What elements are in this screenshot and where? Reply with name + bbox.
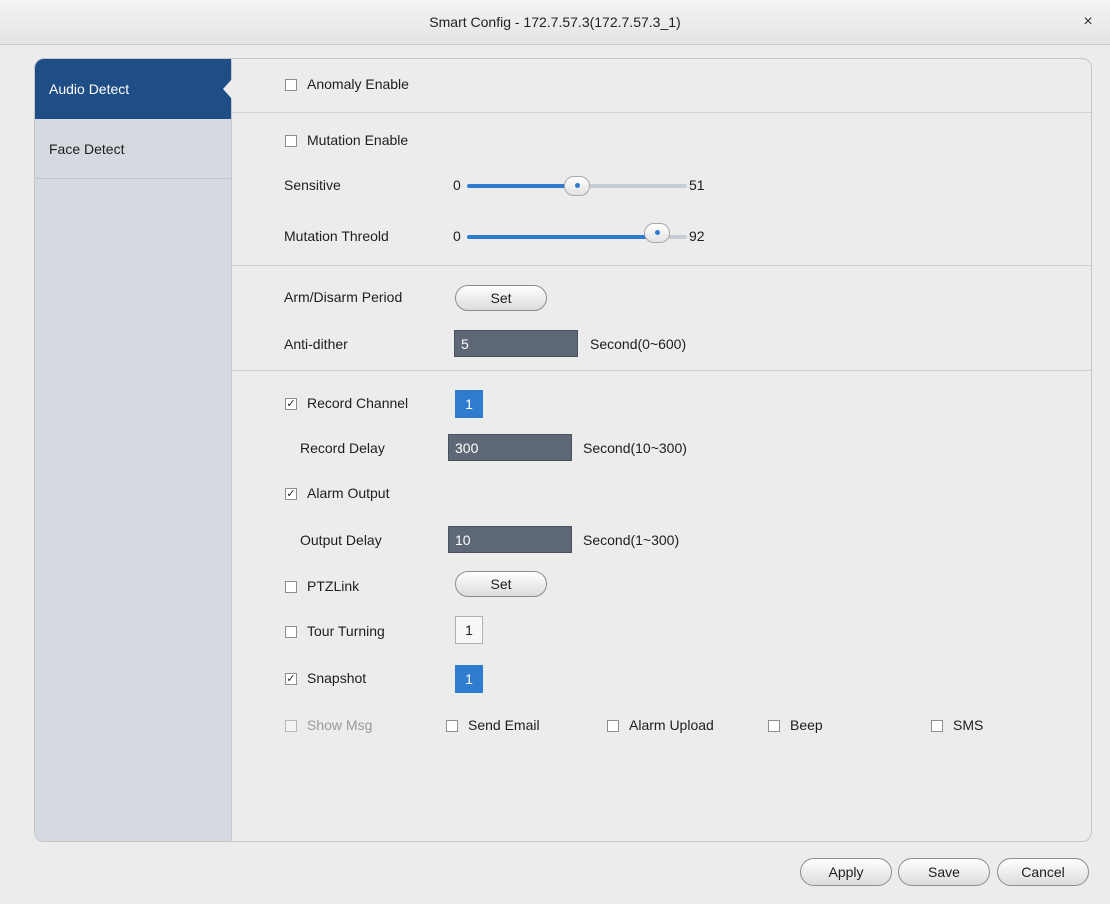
record-channel-selector[interactable]: 1 bbox=[455, 390, 483, 418]
threshold-slider-fill bbox=[467, 235, 657, 239]
mutation-threshold-label: Mutation Threold bbox=[284, 228, 389, 244]
close-icon[interactable]: × bbox=[1078, 12, 1098, 32]
sidebar-item-face-detect[interactable]: Face Detect bbox=[35, 119, 231, 179]
sensitive-label: Sensitive bbox=[284, 177, 341, 193]
output-delay-label: Output Delay bbox=[300, 532, 382, 548]
anti-dither-unit: Second(0~600) bbox=[590, 336, 687, 352]
tour-turning-selector[interactable]: 1 bbox=[455, 616, 483, 644]
tour-turning-label: Tour Turning bbox=[307, 623, 385, 639]
snapshot-selector[interactable]: 1 bbox=[455, 665, 483, 693]
sensitive-max: 51 bbox=[689, 177, 705, 193]
sidebar: Audio Detect Face Detect bbox=[35, 59, 232, 841]
sidebar-item-audio-detect[interactable]: Audio Detect bbox=[35, 59, 231, 119]
mutation-enable-checkbox[interactable] bbox=[285, 135, 297, 147]
threshold-max: 92 bbox=[689, 228, 705, 244]
tour-turning-checkbox[interactable] bbox=[285, 626, 297, 638]
alarm-output-label: Alarm Output bbox=[307, 485, 390, 501]
beep-checkbox[interactable] bbox=[768, 720, 780, 732]
sidebar-item-label: Face Detect bbox=[49, 141, 125, 157]
sensitive-min: 0 bbox=[453, 177, 461, 193]
slider-dot-icon bbox=[655, 230, 660, 235]
record-delay-input[interactable]: 300 bbox=[448, 434, 572, 461]
snapshot-checkbox[interactable]: ✓ bbox=[285, 673, 297, 685]
sms-label: SMS bbox=[953, 717, 984, 733]
alarm-upload-checkbox[interactable] bbox=[607, 720, 619, 732]
config-panel: Audio Detect Face Detect Anomaly Enable … bbox=[34, 58, 1092, 842]
apply-button[interactable]: Apply bbox=[800, 858, 892, 886]
window-title: Smart Config - 172.7.57.3(172.7.57.3_1) bbox=[429, 14, 681, 30]
record-channel-checkbox[interactable]: ✓ bbox=[285, 398, 297, 410]
anomaly-enable-label: Anomaly Enable bbox=[307, 76, 409, 92]
record-channel-label: Record Channel bbox=[307, 395, 409, 411]
sidebar-item-label: Audio Detect bbox=[49, 81, 130, 97]
output-delay-unit: Second(1~300) bbox=[583, 532, 680, 548]
mutation-enable-label: Mutation Enable bbox=[307, 132, 409, 148]
show-msg-label: Show Msg bbox=[307, 717, 373, 733]
threshold-min: 0 bbox=[453, 228, 461, 244]
arm-disarm-set-button[interactable]: Set bbox=[455, 285, 547, 311]
snapshot-label: Snapshot bbox=[307, 670, 367, 686]
save-button[interactable]: Save bbox=[898, 858, 990, 886]
sms-checkbox[interactable] bbox=[931, 720, 943, 732]
section-divider bbox=[232, 112, 1091, 113]
ptz-link-checkbox[interactable] bbox=[285, 581, 297, 593]
section-divider bbox=[232, 370, 1091, 371]
threshold-slider-handle[interactable] bbox=[644, 223, 670, 243]
cancel-button[interactable]: Cancel bbox=[997, 858, 1089, 886]
alarm-output-checkbox[interactable]: ✓ bbox=[285, 488, 297, 500]
beep-label: Beep bbox=[790, 717, 823, 733]
anti-dither-label: Anti-dither bbox=[284, 336, 348, 352]
output-delay-input[interactable]: 10 bbox=[448, 526, 572, 553]
show-msg-checkbox bbox=[285, 720, 297, 732]
record-delay-unit: Second(10~300) bbox=[583, 440, 687, 456]
ptz-set-button[interactable]: Set bbox=[455, 571, 547, 597]
send-email-checkbox[interactable] bbox=[446, 720, 458, 732]
anti-dither-input[interactable]: 5 bbox=[454, 330, 578, 357]
record-delay-label: Record Delay bbox=[300, 440, 385, 456]
arm-disarm-label: Arm/Disarm Period bbox=[284, 289, 403, 305]
alarm-upload-label: Alarm Upload bbox=[629, 717, 714, 733]
send-email-label: Send Email bbox=[468, 717, 540, 733]
sensitive-slider-handle[interactable] bbox=[564, 176, 590, 196]
active-indicator bbox=[223, 79, 232, 99]
ptz-link-label: PTZLink bbox=[307, 578, 360, 594]
slider-dot-icon bbox=[575, 183, 580, 188]
anomaly-enable-checkbox[interactable] bbox=[285, 79, 297, 91]
sensitive-slider-fill bbox=[467, 184, 577, 188]
section-divider bbox=[232, 265, 1091, 266]
